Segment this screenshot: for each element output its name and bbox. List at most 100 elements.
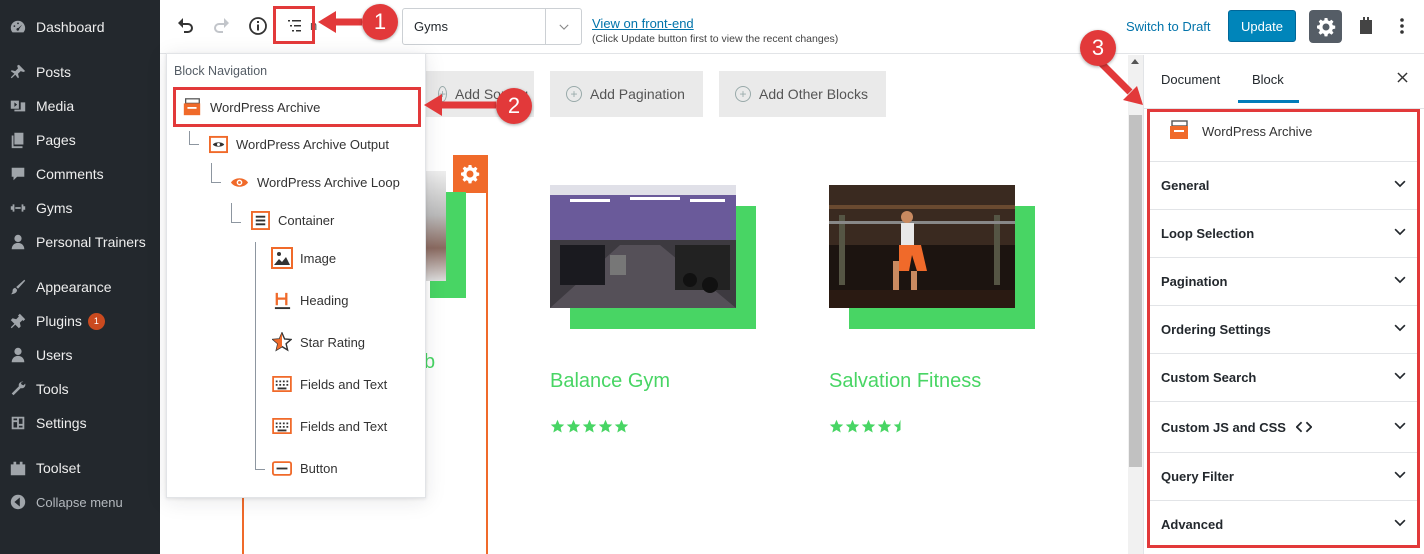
block-settings-gear-button[interactable] [453,155,487,193]
menu-item-appearance[interactable]: Appearance [0,273,160,301]
panel-custom-js-css[interactable]: Custom JS and CSS [1149,401,1419,452]
content-info-button[interactable] [244,12,272,40]
callout-badge: 2 [496,88,532,124]
gym-title[interactable]: Balance Gym [550,370,670,393]
panel-ordering-settings[interactable]: Ordering Settings [1149,305,1419,353]
close-sidebar-button[interactable] [1396,71,1409,89]
tree-line [211,182,221,183]
tab-document[interactable]: Document [1161,72,1220,87]
block-nav-item-heading[interactable]: Heading [271,286,348,314]
menu-label: Appearance [36,279,112,295]
pages-icon [8,130,28,150]
menu-label: Media [36,98,75,114]
panel-title: Query Filter [1161,469,1234,484]
block-nav-item-fields-and-text[interactable]: Fields and Text [271,370,387,398]
plus-circle-icon: + [566,86,582,102]
star-icon [582,419,597,433]
menu-label: Users [36,347,73,363]
panel-custom-search[interactable]: Custom Search [1149,353,1419,401]
chevron-down-icon [1393,273,1407,290]
menu-item-settings[interactable]: Settings [0,409,160,437]
gym-image[interactable] [550,185,736,308]
container-icon [249,209,271,231]
active-tab-indicator [1238,100,1299,103]
wrench-icon [8,379,28,399]
menu-label: Toolset [36,460,81,476]
redo-button[interactable] [207,12,235,40]
panel-title: Custom Search [1161,370,1257,385]
star-icon [598,419,613,433]
star-icon [566,419,581,433]
more-vertical-icon [1400,18,1404,34]
menu-item-toolset[interactable]: Toolset [0,454,160,482]
menu-item-gyms[interactable]: Gyms [0,194,160,222]
panel-title: Loop Selection [1161,226,1255,241]
block-nav-item-container[interactable]: Container [249,206,334,234]
settings-toggle-button[interactable] [1309,10,1342,43]
canvas-scrollbar[interactable] [1128,55,1143,554]
block-nav-item-archive-loop[interactable]: WordPress Archive Loop [228,168,400,196]
switch-to-draft-button[interactable]: Switch to Draft [1126,19,1211,34]
menu-item-dashboard[interactable]: Dashboard [0,13,160,41]
chevron-down-icon [1393,177,1407,194]
collapse-label: Collapse menu [36,494,123,510]
star-half-icon [893,419,901,433]
menu-item-posts[interactable]: Posts [0,58,160,86]
undo-button[interactable] [172,12,200,40]
star-icon [550,419,565,433]
tree-line [189,144,199,145]
tree-line [231,203,232,223]
gym-image[interactable] [829,185,1015,308]
menu-item-personal-trainers[interactable]: Personal Trainers [0,228,160,256]
collapse-menu-button[interactable]: Collapse menu [0,488,160,516]
more-options-button[interactable] [1388,12,1416,40]
collapse-icon [8,492,28,512]
scroll-up-arrow[interactable] [1131,59,1139,64]
panel-title: Advanced [1161,517,1224,532]
menu-item-plugins[interactable]: Plugins 1 [0,307,160,335]
block-nav-item-fields-and-text[interactable]: Fields and Text [271,412,387,440]
menu-item-users[interactable]: Users [0,341,160,369]
update-button[interactable]: Update [1228,10,1296,42]
toolset-icon [8,458,28,478]
menu-label: Personal Trainers [36,234,146,250]
panel-general[interactable]: General [1149,161,1419,209]
block-nav-item-archive-output[interactable]: WordPress Archive Output [207,130,389,158]
panel-pagination[interactable]: Pagination [1149,257,1419,305]
template-select[interactable]: Gyms [402,8,582,45]
menu-item-pages[interactable]: Pages [0,126,160,154]
menu-label: Settings [36,415,87,431]
toolset-panel-button[interactable] [1352,12,1380,40]
view-on-frontend-link[interactable]: View on front-end [592,16,694,31]
archive-icon [1168,119,1190,144]
chevron-down-icon [1393,516,1407,533]
block-nav-item-button[interactable]: Button [271,454,338,482]
close-icon [1397,72,1408,83]
panel-advanced[interactable]: Advanced [1149,500,1419,548]
tree-line [231,222,241,223]
add-pagination-button[interactable]: + Add Pagination [550,71,703,117]
star-icon [861,419,876,433]
tab-block[interactable]: Block [1252,72,1284,87]
keyboard-icon [271,415,293,437]
undo-icon [178,18,193,33]
panel-query-filter[interactable]: Query Filter [1149,452,1419,500]
gym-title[interactable]: Salvation Fitness [829,370,981,393]
menu-item-tools[interactable]: Tools [0,375,160,403]
menu-label: Posts [36,64,72,80]
users-icon [8,345,28,365]
panel-title-wrap: Custom JS and CSS [1161,419,1312,435]
block-nav-item-star-rating[interactable]: Star Rating [271,328,365,356]
brush-icon [8,277,28,297]
star-icon [877,419,892,433]
admin-menu: Dashboard Posts Media Pages Comments Gym… [0,0,160,554]
menu-item-comments[interactable]: Comments [0,160,160,188]
scrollbar-thumb[interactable] [1129,115,1142,467]
block-nav-item-image[interactable]: Image [271,244,336,272]
menu-item-media[interactable]: Media [0,92,160,120]
add-other-blocks-button[interactable]: + Add Other Blocks [719,71,886,117]
panel-loop-selection[interactable]: Loop Selection [1149,209,1419,257]
star-rating [829,419,908,434]
plus-circle-icon: + [735,86,751,102]
panel-title: Ordering Settings [1161,322,1271,337]
